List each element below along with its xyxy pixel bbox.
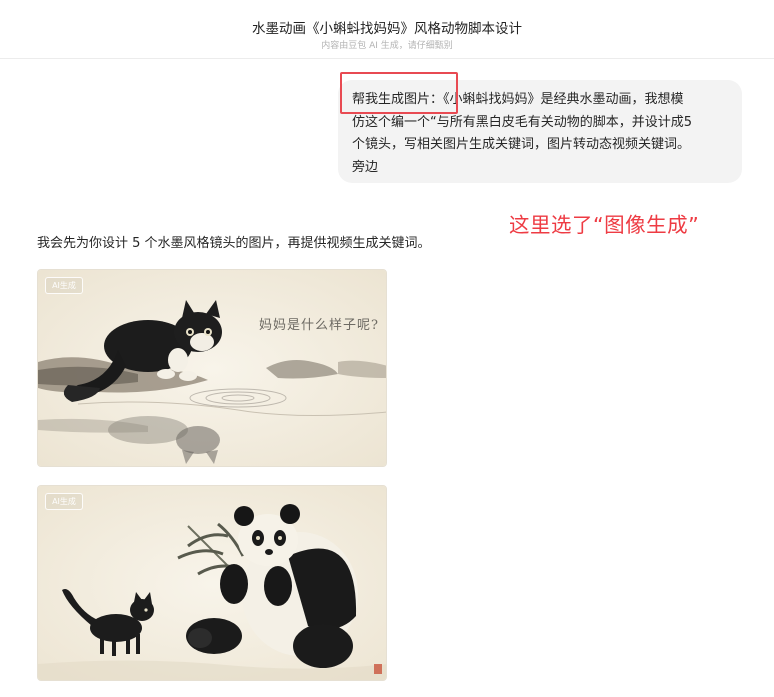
kitten-ink-painting [38, 270, 386, 466]
ai-watermark: AI生成 [45, 493, 83, 510]
image-caption: 妈妈是什么样子呢? [259, 318, 379, 333]
chat-header: 水墨动画《小蝌蚪找妈妈》风格动物脚本设计 内容由豆包 AI 生成，请仔细甄别 [0, 0, 774, 59]
conversation-title: 水墨动画《小蝌蚪找妈妈》风格动物脚本设计 [252, 21, 522, 37]
panda-kitten-ink-painting [38, 486, 386, 680]
assistant-reply-text: 我会先为你设计 5 个水墨风格镜头的图片，再提供视频生成关键词。 [37, 236, 431, 251]
generated-image-1[interactable]: AI生成 妈妈是什么样子呢? [37, 269, 387, 467]
ai-disclaimer: 内容由豆包 AI 生成，请仔细甄别 [321, 41, 453, 51]
highlight-annotation-box [340, 72, 458, 114]
ai-watermark: AI生成 [45, 277, 83, 294]
generated-image-2[interactable]: AI生成 [37, 485, 387, 681]
user-message-line: 旁边 [352, 159, 379, 175]
user-message-line: 仿这个编一个“与所有黑白皮毛有关动物的脚本，并设计成5 [352, 114, 693, 130]
annotation-note: 这里选了“图像生成” [509, 213, 700, 237]
user-message-line: 个镜头，写相关图片生成关键词，图片转动态视频关键词。 [352, 137, 691, 152]
